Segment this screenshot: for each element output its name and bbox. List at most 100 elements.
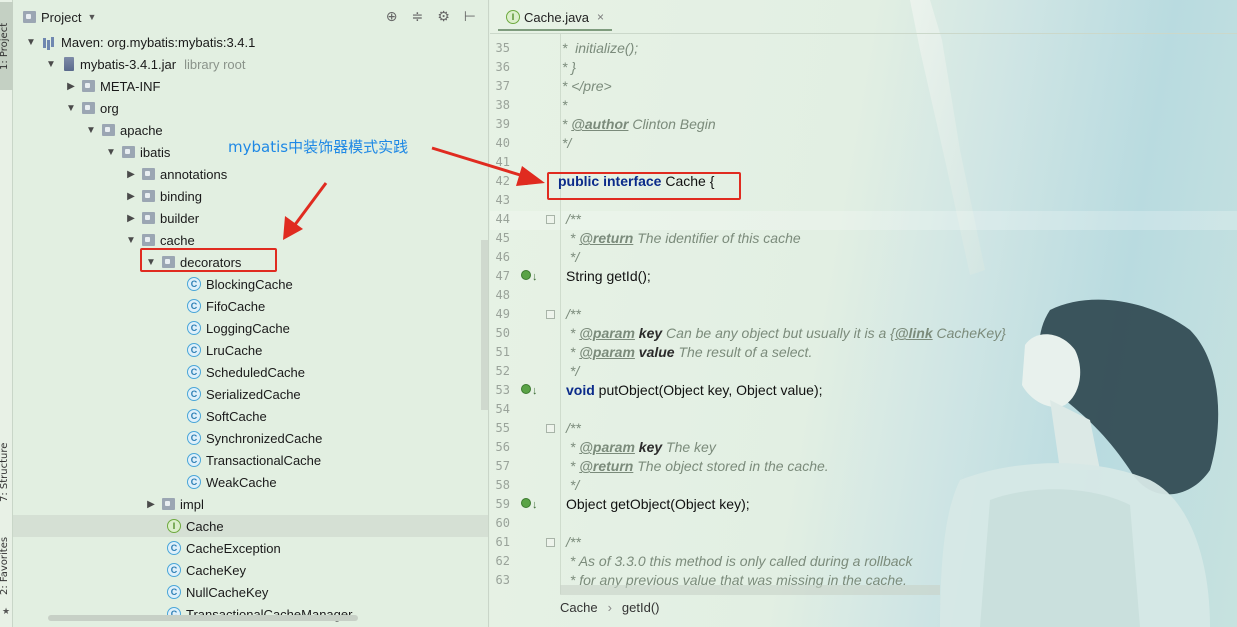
package-icon [142, 234, 155, 246]
javadoc-tag: @return [579, 458, 634, 474]
javadoc-text: } [1001, 325, 1006, 341]
param-name: value [638, 344, 675, 360]
structure-tool-tab[interactable]: 7: Structure [0, 432, 13, 512]
tree-node-label: ibatis [140, 144, 171, 160]
package-icon [162, 256, 175, 268]
chevron-down-icon[interactable]: ▼ [105, 147, 117, 158]
tree-node-label: LruCache [206, 342, 263, 358]
implemented-marker-icon[interactable] [521, 175, 531, 188]
code-line: * } [558, 59, 576, 75]
tree-class-item[interactable]: C SerializedCache [13, 383, 488, 405]
collapse-icon[interactable]: ≑ [412, 8, 424, 25]
code-line: * @param key Can be any object but usual… [566, 325, 1006, 341]
line-number: 41 [495, 155, 510, 169]
tree-node-maven[interactable]: ▼ Maven: org.mybatis:mybatis:3.4.1 [13, 31, 488, 53]
project-tool-tab[interactable]: 1: Project [0, 2, 13, 90]
tree-node-cache[interactable]: ▼ cache [13, 229, 488, 251]
implemented-marker-icon[interactable]: ↓ [521, 270, 538, 283]
tree-node-label: BlockingCache [206, 276, 293, 292]
code-line: * @return The object stored in the cache… [566, 458, 829, 474]
breadcrumb-item[interactable]: Cache [560, 600, 598, 615]
tree-interface-cache[interactable]: I Cache [13, 515, 488, 537]
chevron-right-icon[interactable]: ▶ [125, 191, 137, 202]
javadoc-ref: CacheKey [932, 325, 1002, 341]
panel-toolbar: ⊕ ≑ ⚙ ⊢ [386, 8, 476, 25]
class-icon: C [187, 277, 201, 291]
chevron-right-icon[interactable]: ▶ [125, 169, 137, 180]
line-number: 40 [495, 136, 510, 150]
tree-node-builder[interactable]: ▶ builder [13, 207, 488, 229]
tree-class-item[interactable]: C BlockingCache [13, 273, 488, 295]
gear-icon[interactable]: ⚙ [437, 8, 450, 25]
tree-node-label: binding [160, 188, 202, 204]
code-line: * [558, 97, 568, 113]
line-number: 50 [495, 326, 510, 340]
tree-class-item[interactable]: C CacheException [13, 537, 488, 559]
code-line: */ [566, 363, 580, 379]
package-icon [82, 102, 95, 114]
tree-horizontal-scrollbar[interactable] [48, 615, 358, 621]
tree-class-item[interactable]: C FifoCache [13, 295, 488, 317]
tree-class-item[interactable]: C TransactionalCache [13, 449, 488, 471]
chevron-down-icon[interactable]: ▼ [45, 59, 57, 70]
tree-node-annotations[interactable]: ▶ annotations [13, 163, 488, 185]
favorites-tool-tab[interactable]: 2: Favorites [0, 530, 13, 602]
folder-icon [82, 80, 95, 92]
chevron-down-icon[interactable]: ▼ [25, 37, 37, 48]
chevron-down-icon[interactable]: ▼ [85, 125, 97, 136]
code-line: * @param key The key [566, 439, 716, 455]
line-number: 44 [495, 212, 510, 226]
breadcrumb-item[interactable]: getId() [622, 600, 660, 615]
fold-icon[interactable] [546, 424, 555, 433]
hide-icon[interactable]: ⊢ [464, 8, 476, 25]
tree-node-binding[interactable]: ▶ binding [13, 185, 488, 207]
javadoc-text: The result of a select. [674, 344, 813, 360]
tree-node-org[interactable]: ▼ org [13, 97, 488, 119]
javadoc-tag: @param [579, 439, 635, 455]
fold-icon[interactable] [546, 215, 555, 224]
class-icon: C [187, 431, 201, 445]
close-icon[interactable]: × [597, 10, 604, 24]
code-line: /** [566, 306, 581, 322]
line-number: 51 [495, 345, 510, 359]
tree-class-item[interactable]: C WeakCache [13, 471, 488, 493]
tree-class-item[interactable]: C ScheduledCache [13, 361, 488, 383]
tree-node-meta-inf[interactable]: ▶ META-INF [13, 75, 488, 97]
tree-class-item[interactable]: C CacheKey [13, 559, 488, 581]
chevron-down-icon[interactable]: ▼ [125, 235, 137, 246]
chevron-right-icon[interactable]: ▶ [65, 81, 77, 92]
tree-node-jar[interactable]: ▼ mybatis-3.4.1.jar library root [13, 53, 488, 75]
tree-node-impl[interactable]: ▶ impl [13, 493, 488, 515]
line-number: 59 [495, 497, 510, 511]
project-panel: Project ▼ ⊕ ≑ ⚙ ⊢ ▼ Maven: org.mybatis:m… [13, 0, 489, 627]
chevron-right-icon[interactable]: ▶ [125, 213, 137, 224]
editor-horizontal-scrollbar[interactable] [560, 585, 940, 595]
tree-class-item[interactable]: C NullCacheKey [13, 581, 488, 603]
code-line: * @return The identifier of this cache [566, 230, 801, 246]
chevron-down-icon[interactable]: ▼ [145, 257, 157, 268]
fold-icon[interactable] [546, 538, 555, 547]
tool-window-strip: 1: Project 7: Structure 2: Favorites ★ [0, 0, 13, 627]
jar-icon [64, 57, 74, 71]
implemented-marker-icon[interactable]: ↓ [521, 498, 538, 511]
library-icon [42, 35, 56, 49]
locate-icon[interactable]: ⊕ [386, 8, 398, 25]
tree-node-label: Cache [186, 518, 224, 534]
class-icon: C [187, 409, 201, 423]
chevron-down-icon[interactable]: ▼ [87, 12, 96, 22]
tree-vertical-scrollbar[interactable] [481, 240, 488, 410]
tree-class-item[interactable]: C SynchronizedCache [13, 427, 488, 449]
tree-class-item[interactable]: C SoftCache [13, 405, 488, 427]
tree-node-label: annotations [160, 166, 228, 182]
javadoc-tag: @return [579, 230, 634, 246]
tree-class-item[interactable]: C TransactionalCacheManager [13, 603, 488, 625]
chevron-right-icon[interactable]: ▶ [145, 499, 157, 510]
tree-class-item[interactable]: C LoggingCache [13, 317, 488, 339]
chevron-down-icon[interactable]: ▼ [65, 103, 77, 114]
implemented-marker-icon[interactable]: ↓ [521, 384, 538, 397]
tree-class-item[interactable]: C LruCache [13, 339, 488, 361]
code-line: */ [566, 249, 580, 265]
fold-icon[interactable] [546, 310, 555, 319]
tree-node-decorators[interactable]: ▼ decorators [13, 251, 488, 273]
tab-cache-java[interactable]: I Cache.java × [498, 5, 613, 31]
